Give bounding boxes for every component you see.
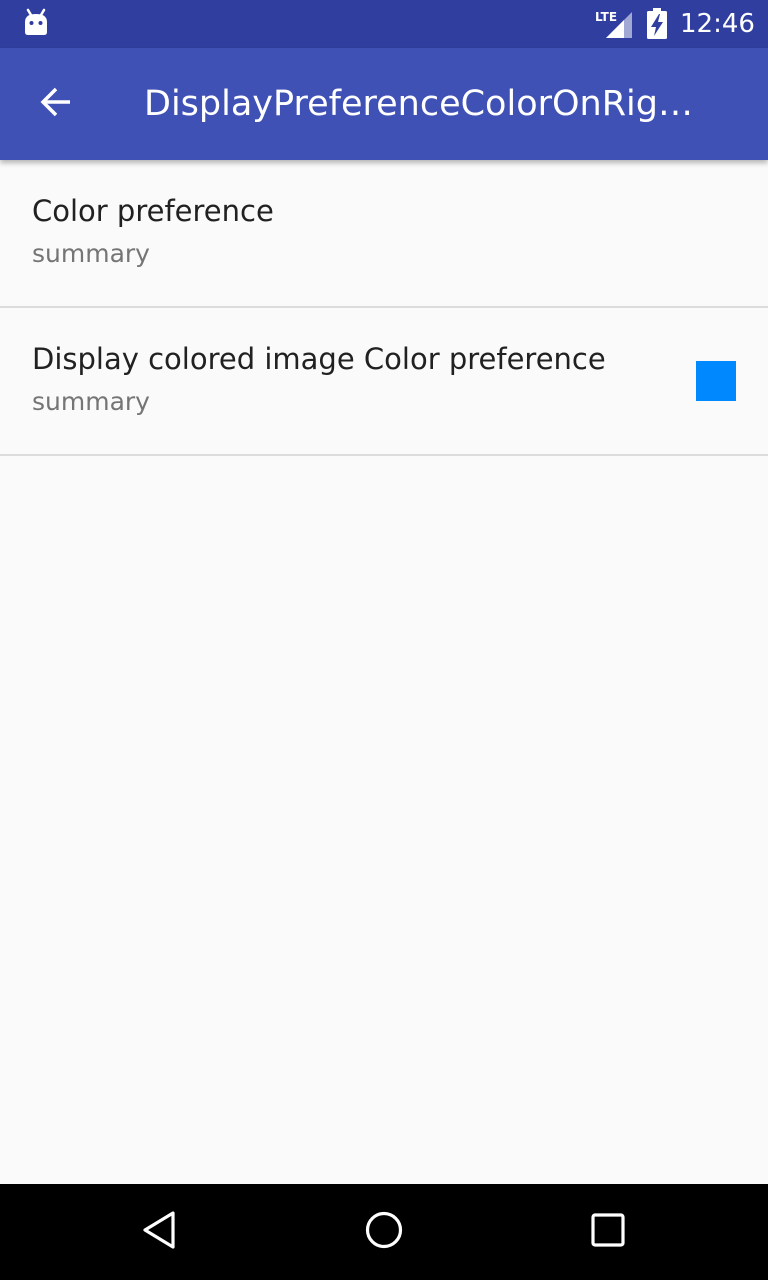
nav-recents-button[interactable]: [576, 1200, 640, 1264]
display-colored-image-preference-item[interactable]: Display colored image Color preference s…: [0, 308, 768, 456]
nav-home-icon: [364, 1210, 404, 1254]
preference-list: Color preference summary Display colored…: [0, 160, 768, 456]
arrow-back-icon: [39, 85, 73, 123]
app-bar: DisplayPreferenceColorOnRig…: [0, 48, 768, 160]
color-swatch: [696, 361, 736, 401]
nav-back-icon: [140, 1210, 180, 1254]
lte-signal-icon: LTE: [594, 8, 634, 44]
nav-home-button[interactable]: [352, 1200, 416, 1264]
preference-summary: summary: [32, 239, 150, 268]
nav-recents-icon: [588, 1210, 628, 1254]
back-button[interactable]: [24, 72, 88, 136]
status-bar: LTE 12:46: [0, 0, 768, 48]
page-title: DisplayPreferenceColorOnRig…: [144, 84, 693, 124]
preference-title: Color preference: [32, 194, 274, 228]
network-type-label: LTE: [595, 10, 617, 24]
color-preference-item[interactable]: Color preference summary: [0, 160, 768, 308]
status-clock: 12:46: [680, 9, 755, 39]
android-icon: [22, 8, 50, 42]
preference-title: Display colored image Color preference: [32, 342, 606, 376]
nav-back-button[interactable]: [128, 1200, 192, 1264]
battery-charging-icon: [646, 8, 668, 44]
preference-summary: summary: [32, 387, 150, 416]
navigation-bar: [0, 1184, 768, 1280]
